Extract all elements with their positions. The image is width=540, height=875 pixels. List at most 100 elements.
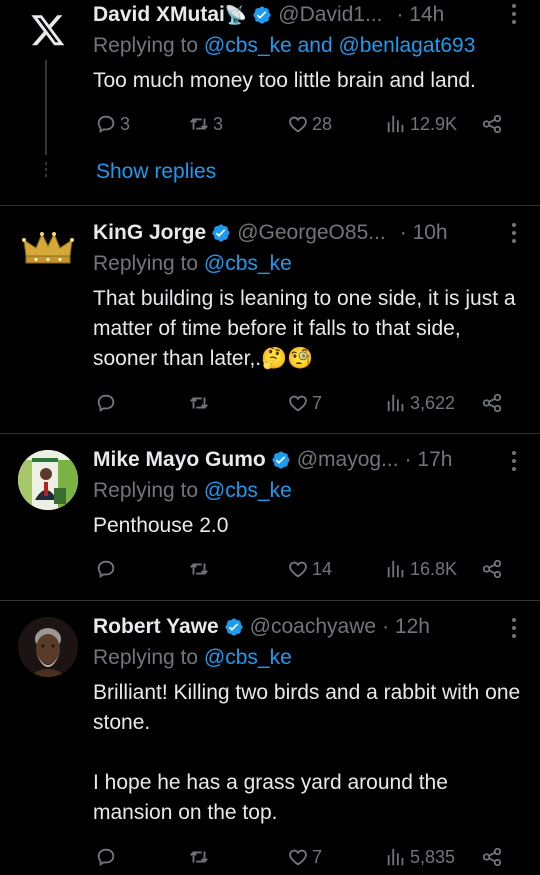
avatar[interactable] xyxy=(30,12,66,48)
views-button[interactable]: 5,835 xyxy=(385,844,455,870)
more-options-icon[interactable] xyxy=(512,451,518,471)
more-options-icon[interactable] xyxy=(512,618,518,638)
tweet-text-paragraph-2: I hope he has a grass yard around the ma… xyxy=(93,771,448,824)
like-button[interactable]: 14 xyxy=(287,556,332,582)
x-logo-icon xyxy=(31,15,65,46)
view-count: 5,835 xyxy=(410,846,456,867)
replying-to: Replying to @cbs_ke xyxy=(93,646,292,670)
like-count: 7 xyxy=(312,392,323,413)
reply-button[interactable] xyxy=(95,844,120,870)
tweet-header: Robert Yawe @coachyawe · 12h xyxy=(93,612,510,642)
tweet-mike-mayo-gumo[interactable]: Mike Mayo Gumo @mayog... · 17h Replying … xyxy=(0,434,540,600)
tweet-header: David XMutai 📡 @David1... · 14h xyxy=(93,0,510,30)
verified-badge-icon xyxy=(271,450,291,470)
replying-to-label: Replying to xyxy=(93,252,204,275)
show-replies-link[interactable]: Show replies xyxy=(96,160,216,184)
more-options-icon[interactable] xyxy=(512,223,518,243)
timestamp[interactable]: · 12h xyxy=(382,615,430,639)
user-handle[interactable]: @David1... xyxy=(278,3,382,27)
more-options-icon[interactable] xyxy=(512,4,518,24)
retweet-button[interactable] xyxy=(188,556,213,582)
share-button[interactable] xyxy=(481,390,503,416)
speaker-photo xyxy=(18,450,78,510)
tweet-text: Too much money too little brain and land… xyxy=(93,69,476,92)
tweet-actions: 7 5,835 xyxy=(93,844,513,870)
retweet-button[interactable]: 3 xyxy=(188,111,223,137)
reply-button[interactable] xyxy=(95,390,120,416)
mention-link[interactable]: @cbs_ke xyxy=(204,646,292,669)
tweet-robert-yawe[interactable]: Robert Yawe @coachyawe · 12h Replying to… xyxy=(0,601,540,875)
views-icon xyxy=(385,113,407,135)
thinking-emoji: 🤔🧐 xyxy=(261,347,314,370)
reply-button[interactable]: 3 xyxy=(95,111,130,137)
replying-to: Replying to @cbs_ke xyxy=(93,479,292,503)
avatar[interactable] xyxy=(18,220,78,280)
replying-to: Replying to @cbs_ke xyxy=(93,252,292,276)
view-count: 3,622 xyxy=(410,392,456,413)
heart-icon xyxy=(287,846,309,868)
tweet-actions: 7 3,622 xyxy=(93,390,513,416)
mention-link[interactable]: @cbs_ke xyxy=(204,479,292,502)
share-icon xyxy=(481,846,503,868)
views-button[interactable]: 3,622 xyxy=(385,390,455,416)
thread-line xyxy=(45,60,47,155)
like-button[interactable]: 7 xyxy=(287,844,322,870)
avatar[interactable] xyxy=(18,617,78,677)
mention-link[interactable]: @cbs_ke and @benlagat693 xyxy=(204,34,476,57)
retweet-button[interactable] xyxy=(188,844,213,870)
timestamp[interactable]: · 10h xyxy=(400,221,448,245)
tweet-actions: 3 3 28 12.9K xyxy=(93,111,513,137)
user-handle[interactable]: @coachyawe xyxy=(250,615,376,639)
verified-badge-icon xyxy=(224,617,244,637)
share-icon xyxy=(481,392,503,414)
thread-dots xyxy=(45,162,47,180)
retweet-count: 3 xyxy=(213,113,224,134)
retweet-icon xyxy=(188,392,210,414)
display-name[interactable]: Robert Yawe xyxy=(93,615,219,639)
share-button[interactable] xyxy=(481,844,503,870)
mention-link[interactable]: @cbs_ke xyxy=(204,252,292,275)
reply-button[interactable] xyxy=(95,556,120,582)
verified-badge-icon xyxy=(211,223,231,243)
timestamp[interactable]: · 17h xyxy=(405,448,453,472)
views-button[interactable]: 16.8K xyxy=(385,556,457,582)
heart-icon xyxy=(287,392,309,414)
tweet-header: Mike Mayo Gumo @mayog... · 17h xyxy=(93,445,510,475)
views-icon xyxy=(385,558,407,580)
display-name[interactable]: David XMutai xyxy=(93,3,225,27)
verified-badge-icon xyxy=(252,5,272,25)
user-handle[interactable]: @GeorgeO85... xyxy=(237,221,386,245)
display-name[interactable]: KinG Jorge xyxy=(93,221,206,245)
share-icon xyxy=(481,558,503,580)
avatar[interactable] xyxy=(18,450,78,510)
tweet-text: That building is leaning to one side, it… xyxy=(93,284,523,374)
tweet-king-jorge[interactable]: KinG Jorge @GeorgeO85... · 10h Replying … xyxy=(0,206,540,433)
share-button[interactable] xyxy=(481,111,503,137)
retweet-icon xyxy=(188,558,210,580)
tweet-david-xmutai[interactable]: David XMutai 📡 @David1... · 14h Replying… xyxy=(0,0,540,205)
tweet-text: Brilliant! Killing two birds and a rabbi… xyxy=(93,681,521,734)
replying-to-label: Replying to xyxy=(93,34,204,57)
like-button[interactable]: 28 xyxy=(287,111,332,137)
timestamp[interactable]: · 14h xyxy=(396,3,444,27)
reply-icon xyxy=(95,392,117,414)
like-button[interactable]: 7 xyxy=(287,390,322,416)
tweet-actions: 14 16.8K xyxy=(93,556,513,582)
display-name[interactable]: Mike Mayo Gumo xyxy=(93,448,266,472)
views-icon xyxy=(385,392,407,414)
user-handle[interactable]: @mayog... xyxy=(297,448,399,472)
reply-icon xyxy=(95,558,117,580)
replying-to: Replying to @cbs_ke and @benlagat693 xyxy=(93,34,475,58)
satellite-emoji: 📡 xyxy=(224,4,248,25)
share-icon xyxy=(481,113,503,135)
view-count: 12.9K xyxy=(410,113,458,134)
views-icon xyxy=(385,846,407,868)
retweet-button[interactable] xyxy=(188,390,213,416)
heart-icon xyxy=(287,558,309,580)
views-button[interactable]: 12.9K xyxy=(385,111,457,137)
replying-to-label: Replying to xyxy=(93,479,204,502)
view-count: 16.8K xyxy=(410,558,458,579)
elder-portrait xyxy=(18,617,78,677)
share-button[interactable] xyxy=(481,556,503,582)
like-count: 7 xyxy=(312,846,323,867)
